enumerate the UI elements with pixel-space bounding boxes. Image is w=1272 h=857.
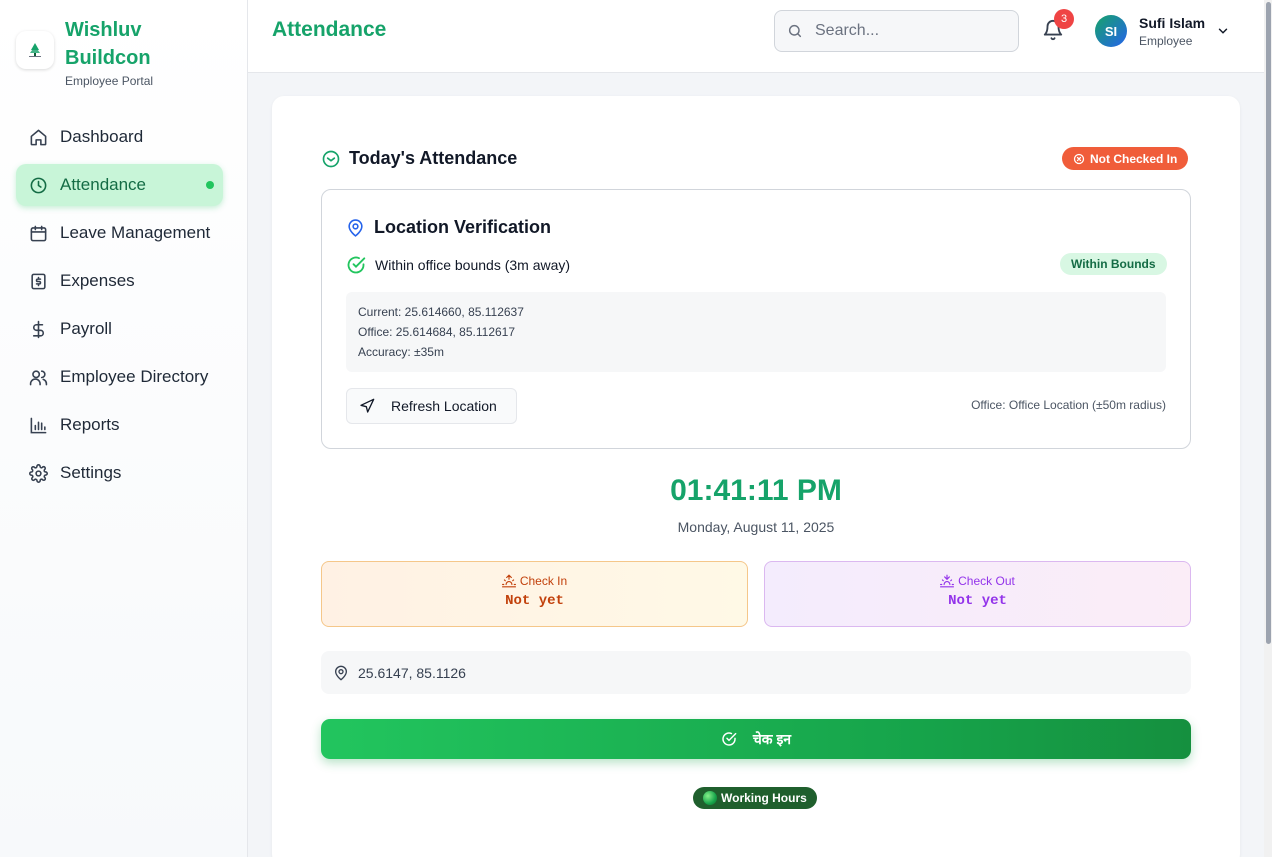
receipt-dollar-icon <box>28 271 48 291</box>
sidebar-item-label: Payroll <box>60 319 112 338</box>
gear-icon <box>28 463 48 483</box>
check-out-label: Check Out <box>765 574 1190 588</box>
check-out-label-text: Check Out <box>958 574 1015 588</box>
sidebar-item-label: Attendance <box>60 175 147 194</box>
user-name[interactable]: Sufi Islam <box>1139 15 1205 31</box>
user-role: Employee <box>1139 34 1193 48</box>
sidebar-item-label: Expenses <box>60 271 135 290</box>
map-pin-icon <box>333 665 349 681</box>
brand-name-line2: Buildcon <box>65 47 151 69</box>
current-coordinates: Current: 25.614660, 85.112637 <box>358 305 524 319</box>
sidebar-item-employee-directory[interactable]: Employee Directory <box>16 356 223 398</box>
check-in-value: Not yet <box>505 593 564 609</box>
top-header: Attendance 3 SI Sufi Islam Employee <box>248 0 1264 73</box>
sidebar-item-settings[interactable]: Settings <box>16 452 223 494</box>
refresh-location-label: Refresh Location <box>391 398 497 414</box>
sidebar-item-expenses[interactable]: Expenses <box>16 260 223 302</box>
users-icon <box>28 367 48 387</box>
location-title: Location Verification <box>346 217 551 238</box>
current-date: Monday, August 11, 2025 <box>677 519 835 535</box>
check-circle-icon <box>722 732 737 746</box>
company-logo <box>16 31 54 69</box>
dollar-icon <box>28 319 48 339</box>
bar-chart-icon <box>28 415 48 435</box>
check-in-label: Check In <box>322 574 747 588</box>
working-hours-text: Working Hours <box>721 791 807 805</box>
status-badge: Not Checked In <box>1062 147 1189 170</box>
check-in-button[interactable]: चेक इन <box>321 719 1191 759</box>
coordinates-details: Current: 25.614660, 85.112637 Office: 25… <box>346 292 1166 372</box>
page-title: Attendance <box>272 18 387 41</box>
clock-icon <box>28 175 48 195</box>
sidebar-item-payroll[interactable]: Payroll <box>16 308 223 350</box>
chevron-down-icon[interactable] <box>1216 24 1230 43</box>
sidebar-item-attendance[interactable]: Attendance <box>16 164 223 206</box>
navigation-arrow-icon <box>359 398 375 414</box>
status-badge-text: Not Checked In <box>1090 151 1178 166</box>
x-circle-icon <box>1073 153 1085 164</box>
home-icon <box>28 127 48 147</box>
check-circle-icon <box>346 255 366 275</box>
bounds-status: Within office bounds (3m away) <box>346 255 570 275</box>
sidebar-item-leave-management[interactable]: Leave Management <box>16 212 223 254</box>
location-title-text: Location Verification <box>374 217 552 237</box>
within-bounds-badge: Within Bounds <box>1060 253 1167 275</box>
notification-count-badge: 3 <box>1054 9 1074 29</box>
working-hours-badge: Working Hours <box>693 787 817 809</box>
check-in-status-box: Check In Not yet <box>321 561 748 627</box>
location-verification-panel: Location Verification Within office boun… <box>321 189 1191 449</box>
calendar-icon <box>28 223 48 243</box>
active-indicator-dot <box>206 181 214 189</box>
attendance-card: Today's Attendance Not Checked In Locati… <box>272 96 1240 857</box>
gps-coordinates-bar: 25.6147, 85.1126 <box>321 651 1191 694</box>
refresh-location-button[interactable]: Refresh Location <box>346 388 517 424</box>
sidebar-item-dashboard[interactable]: Dashboard <box>16 116 223 158</box>
check-out-value: Not yet <box>948 593 1007 609</box>
search-icon <box>787 23 803 39</box>
map-pin-icon <box>346 218 365 238</box>
office-radius-note: Office: Office Location (±50m radius) <box>971 398 1166 412</box>
sidebar-item-label: Settings <box>60 463 122 482</box>
clock-check-icon <box>321 149 341 169</box>
check-out-status-box: Check Out Not yet <box>764 561 1191 627</box>
scrollbar-thumb[interactable] <box>1266 2 1271 644</box>
green-circle-icon <box>703 791 717 805</box>
brand-subtitle: Employee Portal <box>65 74 154 88</box>
bounds-text: Within office bounds (3m away) <box>375 257 571 273</box>
section-title-text: Today's Attendance <box>349 148 518 168</box>
sidebar-item-label: Employee Directory <box>60 367 209 386</box>
section-title: Today's Attendance <box>321 148 517 169</box>
gps-coordinates-text: 25.6147, 85.1126 <box>358 664 466 681</box>
avatar[interactable]: SI <box>1095 15 1127 47</box>
office-coordinates: Office: 25.614684, 85.112617 <box>358 325 516 339</box>
sidebar-item-label: Reports <box>60 415 120 434</box>
sidebar-nav: Dashboard Attendance Leave Management Ex… <box>16 116 223 500</box>
sidebar-item-label: Dashboard <box>60 127 144 146</box>
location-accuracy: Accuracy: ±35m <box>358 345 444 359</box>
search-box[interactable] <box>774 10 1019 52</box>
check-in-label-text: Check In <box>519 574 568 588</box>
sunrise-icon <box>501 574 516 588</box>
brand: Wishluv Buildcon Employee Portal <box>0 0 247 100</box>
search-input[interactable] <box>815 22 1005 40</box>
check-in-button-label: चेक इन <box>752 730 792 747</box>
sidebar: Wishluv Buildcon Employee Portal Dashboa… <box>0 0 248 857</box>
sidebar-item-label: Leave Management <box>60 223 211 242</box>
live-clock: 01:41:11 PM <box>670 474 842 507</box>
sunset-icon <box>940 574 955 588</box>
sidebar-item-reports[interactable]: Reports <box>16 404 223 446</box>
brand-name-line1: Wishluv <box>65 19 142 41</box>
